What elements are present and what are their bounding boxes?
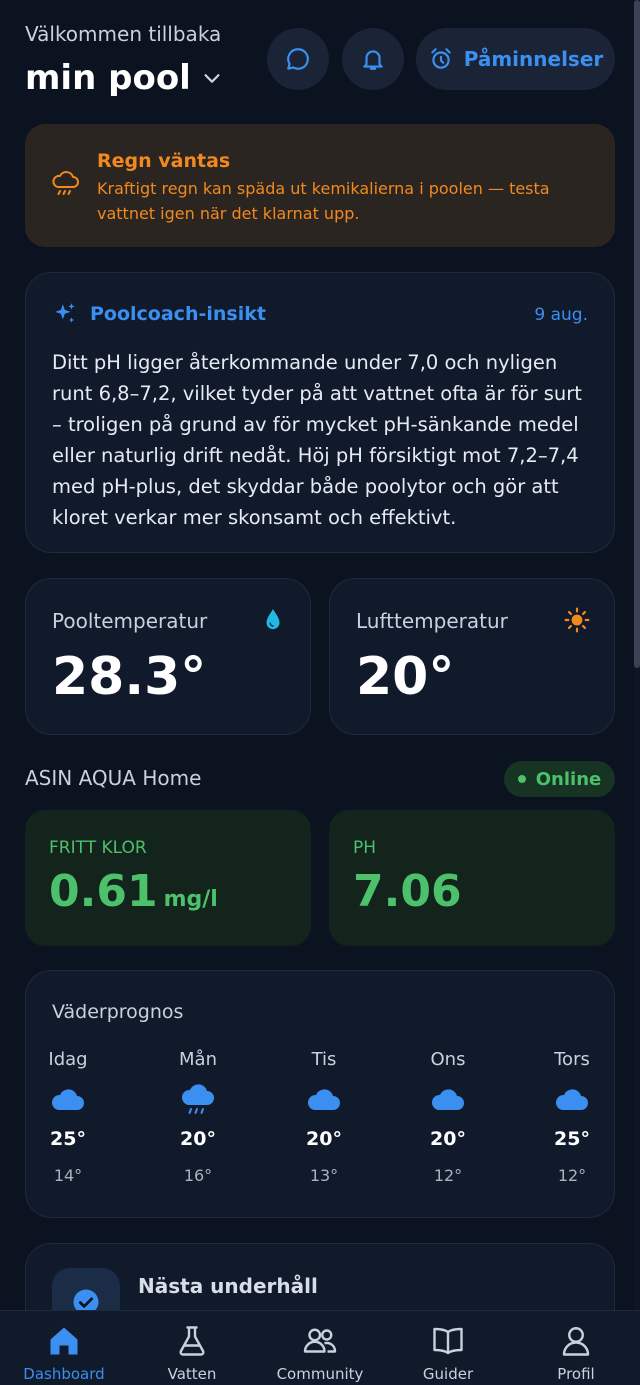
status-dot [517, 775, 526, 783]
bell-icon [363, 50, 383, 70]
alert-text: Kraftigt regn kan späda ut kemikalierna … [97, 179, 550, 223]
free-chlorine-label: FRITT KLOR [49, 838, 147, 858]
forecast-low: 13° [309, 1166, 339, 1185]
cloud-icon [307, 1089, 340, 1110]
coach-date: 9 aug. [534, 305, 588, 325]
forecast-low: 12° [557, 1166, 587, 1185]
notifications-button[interactable] [342, 28, 404, 90]
greeting-text: Välkommen tillbaka [25, 22, 222, 46]
pool-temperature-value: 28.3° [52, 647, 207, 707]
forecast-day-name: Mån [179, 1049, 217, 1070]
status-badge: Online [504, 761, 615, 797]
sparkles-icon [55, 303, 75, 323]
nav-guider[interactable]: Guider [398, 1323, 498, 1383]
cloud-icon [51, 1089, 84, 1110]
ph-card[interactable]: PH 7.06 [329, 810, 615, 946]
nav-label: Vatten [167, 1365, 217, 1383]
nav-label: Guider [422, 1365, 474, 1383]
coach-title: Poolcoach-insikt [90, 303, 266, 325]
forecast-high: 20° [180, 1128, 216, 1150]
rain-cloud-icon [181, 1084, 214, 1114]
forecast-low: 16° [183, 1166, 213, 1185]
air-temperature-label: Lufttemperatur [356, 609, 508, 633]
reminders-button[interactable]: Påminnelser [416, 28, 615, 90]
scrollbar-thumb[interactable] [634, 0, 640, 668]
forecast-day-name: Tis [311, 1049, 337, 1070]
free-chlorine-unit: mg/l [163, 887, 218, 912]
alert-title: Regn väntas [97, 150, 231, 172]
rain-alert: Regn väntas Kraftigt regn kan späda ut k… [25, 124, 615, 247]
users-icon [303, 1328, 337, 1353]
nav-profil[interactable]: Profil [526, 1323, 626, 1383]
forecast-day: Tors 25° 12° [542, 1049, 602, 1185]
chat-bubble-icon [287, 48, 309, 70]
pool-temperature-label: Pooltemperatur [52, 609, 208, 633]
forecast-day: Ons 20° 12° [418, 1049, 478, 1185]
nav-label: Community [276, 1365, 364, 1383]
weather-title: Väderprognos [52, 1001, 184, 1023]
free-chlorine-card[interactable]: FRITT KLOR 0.61 mg/l [25, 810, 311, 946]
device-name: ASIN AQUA Home [25, 766, 202, 790]
ph-label: PH [353, 838, 377, 858]
forecast-high: 20° [430, 1128, 466, 1150]
pool-name: min pool [25, 58, 191, 98]
bottom-navigation: Dashboard Vatten Community Guider Profil [0, 1310, 640, 1385]
sun-icon [564, 607, 590, 633]
forecast-high: 20° [306, 1128, 342, 1150]
header: Välkommen tillbaka min pool Påminnelser [25, 22, 615, 98]
scrollbar[interactable] [634, 0, 640, 1310]
user-icon [562, 1327, 590, 1356]
alarm-clock-icon [430, 48, 451, 69]
chat-button[interactable] [267, 28, 329, 90]
cloud-icon [555, 1089, 588, 1110]
pool-temperature-card[interactable]: Pooltemperatur 28.3° [25, 578, 311, 735]
maintenance-title: Nästa underhåll [138, 1274, 318, 1298]
nav-label: Profil [557, 1365, 595, 1383]
forecast-low: 12° [433, 1166, 463, 1185]
water-drop-icon [266, 609, 280, 630]
home-icon [50, 1327, 78, 1355]
pool-selector[interactable]: min pool [25, 58, 223, 98]
forecast-day-name: Idag [48, 1049, 88, 1070]
reminders-label: Påminnelser [463, 47, 604, 71]
nav-vatten[interactable]: Vatten [142, 1323, 242, 1383]
forecast-day-name: Ons [430, 1049, 466, 1070]
free-chlorine-reading: 0.61 mg/l [49, 866, 287, 917]
cloud-icon [431, 1089, 464, 1110]
book-icon [433, 1327, 463, 1355]
rain-cloud-icon [52, 171, 79, 195]
forecast-day: Tis 20° 13° [294, 1049, 354, 1185]
nav-dashboard[interactable]: Dashboard [14, 1323, 114, 1383]
coach-text: Ditt pH ligger återkommande under 7,0 oc… [52, 351, 582, 529]
weather-forecast-card[interactable]: Väderprognos Idag 25° 14° Mån 20° 16° Ti… [25, 970, 615, 1218]
forecast-high: 25° [50, 1128, 86, 1150]
forecast-day-name: Tors [554, 1049, 590, 1070]
chevron-down-icon [204, 74, 220, 83]
air-temperature-value: 20° [356, 647, 455, 707]
forecast-low: 14° [53, 1166, 83, 1185]
air-temperature-card[interactable]: Lufttemperatur 20° [329, 578, 615, 735]
ph-value: 7.06 [353, 866, 462, 917]
free-chlorine-value: 0.61 [49, 866, 158, 917]
coach-insight-card[interactable]: Poolcoach-insikt 9 aug. Ditt pH ligger å… [25, 272, 615, 553]
status-text: Online [535, 768, 602, 790]
forecast-day: Idag 25° 14° [38, 1049, 98, 1185]
forecast-high: 25° [554, 1128, 590, 1150]
flask-icon [179, 1326, 205, 1356]
forecast-day: Mån 20° 16° [168, 1049, 228, 1185]
nav-community[interactable]: Community [270, 1323, 370, 1383]
nav-label: Dashboard [23, 1365, 105, 1383]
